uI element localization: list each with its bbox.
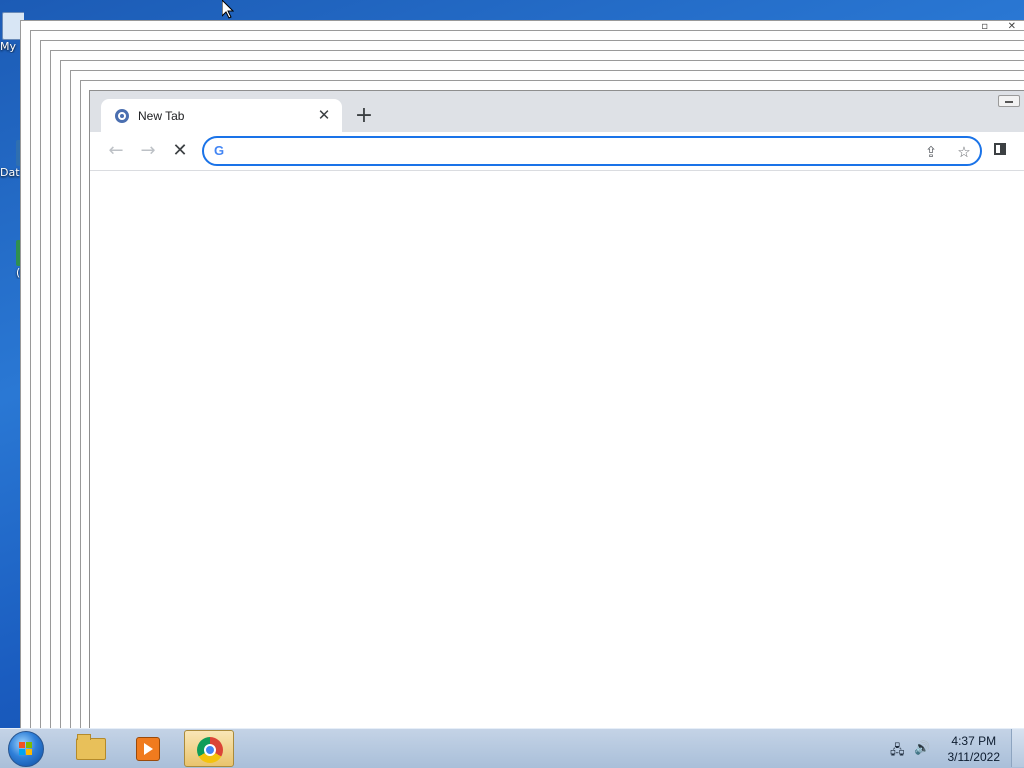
- browser-window: New Tab ✕ + ← → ✕ G ⇪ ☆: [89, 90, 1024, 729]
- clock[interactable]: 4:37 PM 3/11/2022: [948, 733, 1001, 765]
- forward-button[interactable]: →: [136, 139, 160, 163]
- address-bar[interactable]: G ⇪ ☆: [202, 136, 982, 166]
- tab-close-button[interactable]: ✕: [315, 106, 333, 124]
- address-input[interactable]: [234, 141, 918, 163]
- minimize-button[interactable]: [998, 95, 1020, 107]
- taskbar-chrome[interactable]: [184, 730, 234, 767]
- start-button[interactable]: [8, 731, 44, 767]
- mouse-cursor-icon: [222, 0, 234, 19]
- share-button[interactable]: ⇪: [920, 141, 942, 163]
- back-button[interactable]: ←: [104, 139, 128, 163]
- taskbar-explorer[interactable]: [62, 730, 112, 767]
- browser-toolbar: ← → ✕ G ⇪ ☆: [90, 132, 1024, 171]
- media-player-icon: [136, 737, 160, 761]
- chrome-favicon-icon: [115, 109, 129, 123]
- show-desktop-button[interactable]: [1011, 729, 1024, 767]
- folder-icon: [76, 734, 106, 760]
- stop-loading-button[interactable]: ✕: [168, 139, 192, 163]
- chrome-icon: [197, 737, 223, 763]
- clock-time: 4:37 PM: [951, 734, 997, 748]
- page-content[interactable]: [90, 171, 1024, 728]
- clock-date: 3/11/2022: [947, 750, 1001, 764]
- taskbar-media-player[interactable]: [122, 730, 172, 767]
- new-tab-button[interactable]: +: [352, 104, 376, 128]
- volume-icon[interactable]: 🔊: [914, 741, 930, 756]
- network-icon[interactable]: 🖧: [890, 741, 905, 763]
- tab-strip: New Tab ✕ +: [90, 91, 1024, 133]
- side-panel-icon[interactable]: [994, 143, 1006, 155]
- google-icon: G: [214, 143, 225, 158]
- tab-title: New Tab: [138, 109, 185, 123]
- bookmark-star-button[interactable]: ☆: [953, 141, 975, 163]
- taskbar: 🖧 🔊 4:37 PM 3/11/2022: [0, 728, 1024, 768]
- tab-new-tab[interactable]: New Tab ✕: [101, 99, 342, 133]
- windows-logo-icon: [19, 742, 33, 756]
